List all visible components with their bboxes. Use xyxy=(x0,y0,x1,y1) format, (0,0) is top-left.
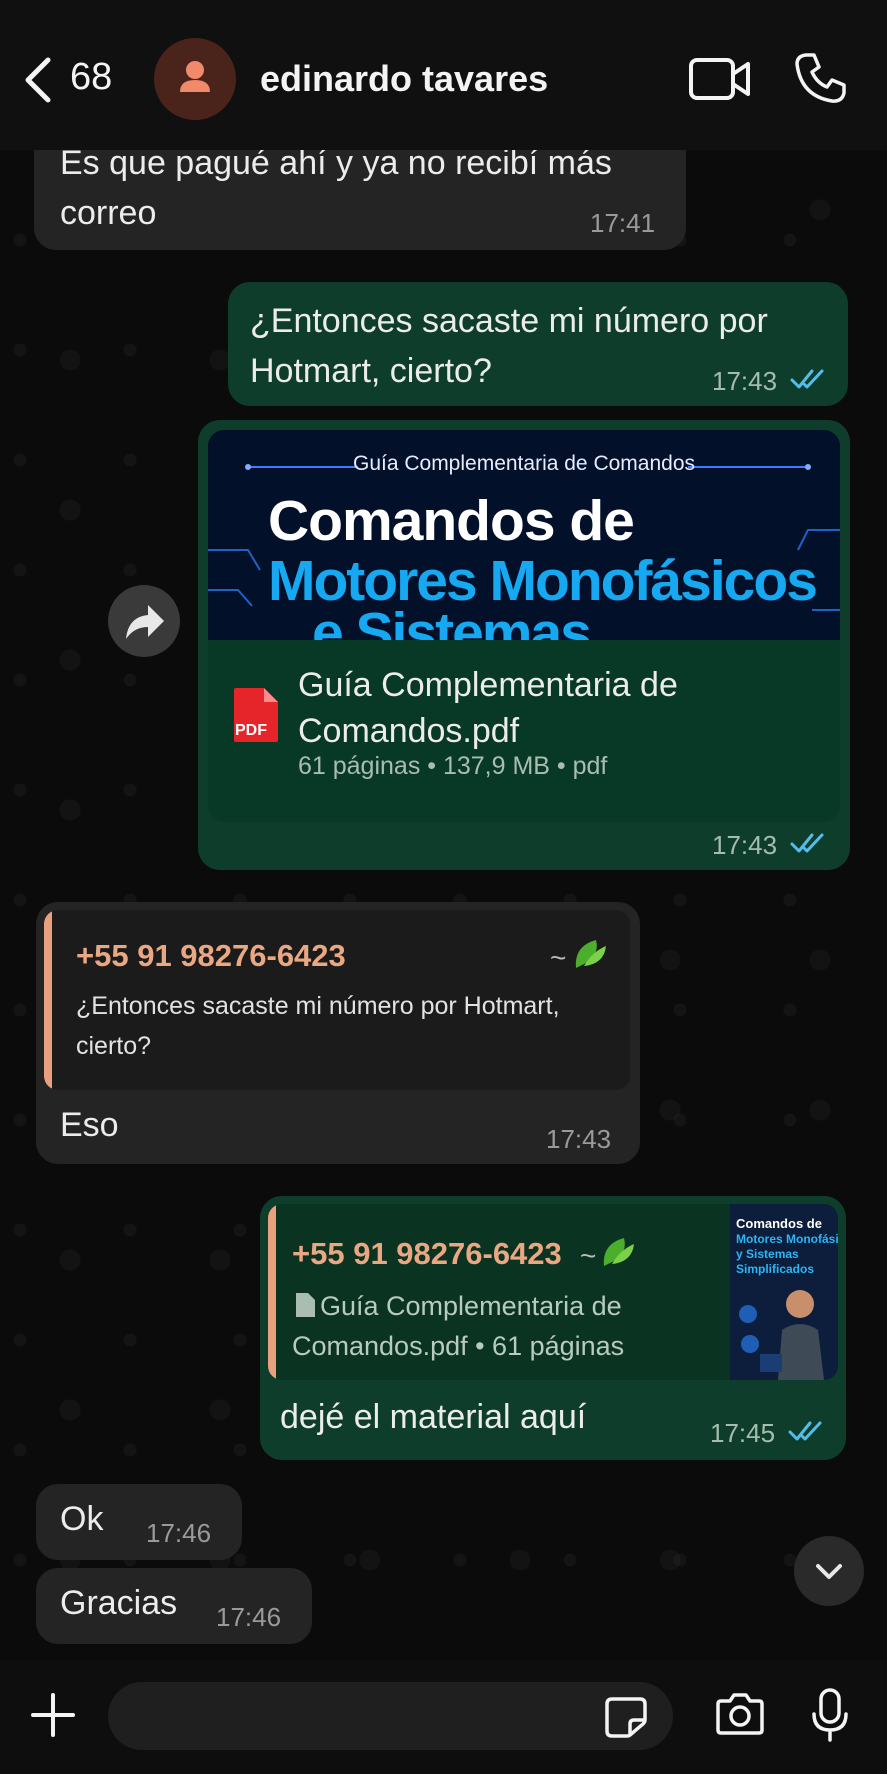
double-check-icon xyxy=(790,369,824,389)
forward-icon xyxy=(126,605,164,639)
file-name-line: Guía Complementaria de xyxy=(298,666,678,704)
message-time: 17:45 xyxy=(710,1418,776,1448)
forward-button[interactable] xyxy=(108,585,180,657)
outgoing-message[interactable]: ¿Entonces sacaste mi número por Hotmart,… xyxy=(228,282,848,406)
chevron-left-icon[interactable] xyxy=(18,52,58,108)
thumbnail-title: Comandos de xyxy=(736,1216,822,1231)
scroll-to-bottom-button[interactable] xyxy=(794,1536,864,1606)
video-call-icon[interactable] xyxy=(688,52,752,106)
contact-name[interactable]: edinardo tavares xyxy=(260,58,548,100)
plus-icon[interactable] xyxy=(30,1692,76,1738)
banner-subtitle: Guía Complementaria de Comandos xyxy=(352,452,695,475)
quote-thumbnail: Comandos de Motores Monofásicos y Sistem… xyxy=(730,1204,838,1380)
quote-accent-bar xyxy=(268,1204,276,1380)
document-card[interactable]: Guía Complementaria de Comandos Comandos… xyxy=(208,430,840,822)
message-text: Gracias xyxy=(60,1584,178,1622)
quote-sender: +55 91 98276-6423 xyxy=(76,938,346,973)
quote-sender: +55 91 98276-6423 xyxy=(292,1236,562,1271)
leaf-icon xyxy=(575,940,606,968)
chat-header: 68 edinardo tavares xyxy=(0,0,887,150)
chevron-down-icon xyxy=(816,1564,842,1579)
double-check-icon xyxy=(790,833,824,853)
thumbnail-title: y Sistemas xyxy=(736,1247,799,1261)
microphone-icon[interactable] xyxy=(810,1688,850,1742)
pdf-badge: PDF xyxy=(235,722,267,739)
incoming-reply-message[interactable]: +55 91 98276-6423 ~ ¿Entonces sacaste mi… xyxy=(36,902,640,1164)
quoted-message[interactable]: +55 91 98276-6423 ~ ¿Entonces sacaste mi… xyxy=(44,910,630,1090)
banner-title: Comandos de xyxy=(268,489,635,553)
sticker-icon[interactable] xyxy=(604,1696,648,1738)
quote-text: Guía Complementaria de xyxy=(320,1291,622,1321)
banner-title: e Sistemas xyxy=(312,601,592,640)
quote-text: ¿Entonces sacaste mi número por Hotmart, xyxy=(76,992,560,1020)
message-text: dejé el material aquí xyxy=(280,1398,587,1436)
quote-tilde: ~ xyxy=(580,1240,597,1271)
file-name: Guía Complementaria de Comandos.pdf xyxy=(298,662,818,754)
message-text: Eso xyxy=(60,1106,119,1144)
incoming-message[interactable]: Ok 17:46 xyxy=(36,1484,242,1560)
phone-icon[interactable] xyxy=(792,50,848,106)
outgoing-document-message[interactable]: Guía Complementaria de Comandos Comandos… xyxy=(198,420,850,870)
message-time: 17:43 xyxy=(712,830,778,860)
message-time: 17:41 xyxy=(590,208,656,238)
outgoing-reply-message[interactable]: +55 91 98276-6423 ~ Guía Complementaria … xyxy=(260,1196,846,1460)
avatar[interactable] xyxy=(154,38,236,120)
message-text: Hotmart, cierto? xyxy=(250,352,492,390)
message-text: ¿Entonces sacaste mi número por xyxy=(250,302,768,340)
quote-text: cierto? xyxy=(76,1032,152,1060)
thumbnail-title: Motores Monofásicos xyxy=(736,1232,838,1246)
person-icon xyxy=(180,61,210,92)
incoming-message[interactable]: Gracias 17:46 xyxy=(36,1568,312,1644)
quoted-message[interactable]: +55 91 98276-6423 ~ Guía Complementaria … xyxy=(268,1204,838,1380)
camera-icon[interactable] xyxy=(714,1692,766,1736)
message-time: 17:43 xyxy=(712,366,778,396)
thumbnail-figure xyxy=(739,1290,824,1380)
document-preview: Guía Complementaria de Comandos Comandos… xyxy=(208,430,840,640)
quote-tilde: ~ xyxy=(550,942,567,973)
double-check-icon xyxy=(788,1421,822,1441)
document-icon xyxy=(296,1293,315,1317)
quote-accent-bar xyxy=(44,910,52,1090)
message-text: correo xyxy=(60,194,157,232)
quote-text: Comandos.pdf • 61 páginas xyxy=(292,1331,625,1361)
unread-count[interactable]: 68 xyxy=(70,56,112,99)
message-input[interactable] xyxy=(108,1682,673,1750)
file-meta: 61 páginas • 137,9 MB • pdf xyxy=(298,752,608,780)
message-text: Ok xyxy=(60,1500,104,1538)
file-name-line: Comandos.pdf xyxy=(298,712,520,750)
message-time: 17:46 xyxy=(216,1602,282,1632)
leaf-icon xyxy=(603,1238,634,1266)
message-time: 17:46 xyxy=(146,1518,212,1548)
message-time: 17:43 xyxy=(546,1124,612,1154)
